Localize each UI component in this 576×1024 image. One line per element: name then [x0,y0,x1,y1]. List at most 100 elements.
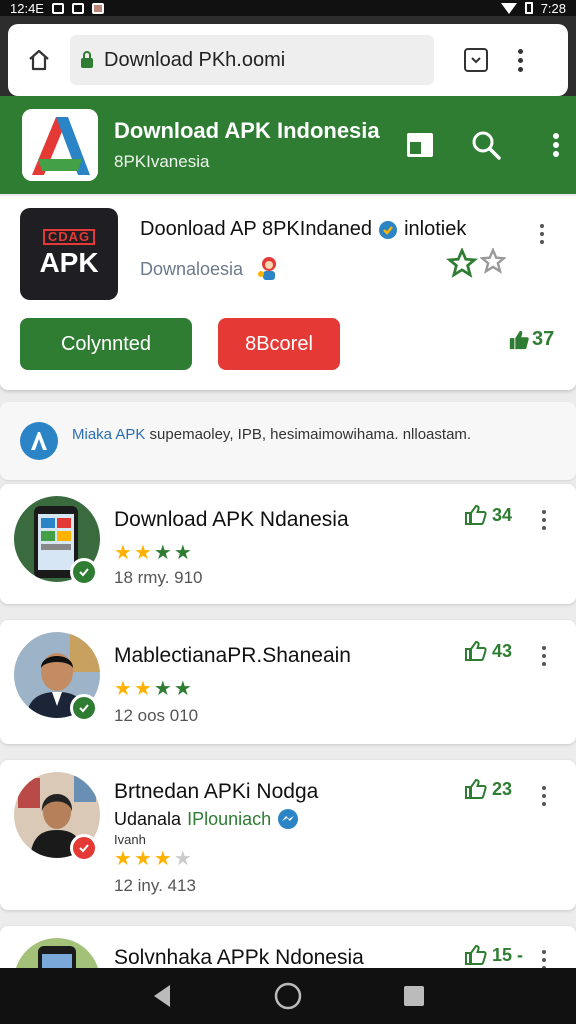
star-icon: ★ [133,678,152,700]
system-nav-bar [0,968,576,1024]
check-icon [79,704,89,713]
list-item[interactable]: Brtnedan APKi Nodga Udanala IPlouniach I… [0,760,576,910]
dot [542,526,546,530]
featured-subtitle: Downaloesia [140,254,283,284]
browser-menu-button[interactable] [518,48,523,72]
item-more-button[interactable] [542,510,546,530]
star-icon: ★ [114,542,132,564]
lock-icon [81,51,93,68]
dot [542,510,546,514]
check-icon [79,568,89,577]
home-circle-icon[interactable] [274,982,302,1010]
verified-check-icon [70,694,98,722]
primary-action-button[interactable]: Colynnted [20,318,192,370]
wifi-icon [500,2,517,14]
thumbs-up-outline-icon [465,778,487,799]
featured-count-value: 37 [532,328,555,350]
item-title: Brtnedan APKi Nodga [114,780,319,803]
notification-icon-3 [91,2,104,14]
list-item[interactable]: MablectianaPR.Shaneain ★ ★ ★ ★ 12 oos 01… [0,620,576,744]
tabs-button[interactable] [464,48,488,72]
thumbs-up-outline-icon [465,504,487,525]
item-title: Solvnhaka APPk Ndonesia [114,946,364,969]
info-logo [20,422,58,460]
item-subtitle: Udanala IPlouniach [114,808,299,830]
status-clock: 7:28 [540,0,566,16]
logo-a-icon [22,109,98,181]
status-bar: 12:4E 7:28 [0,0,576,16]
dot [518,48,523,54]
item-like-count: 15 - [464,944,523,966]
url-text: Download PKh.oomi [104,48,286,71]
item-subtitle-2: Ivanh [114,832,146,847]
back-icon[interactable] [150,983,174,1009]
dot [542,958,546,962]
item-like-count: 43 [464,640,512,662]
star-icon: ★ [173,678,192,700]
item-count-value: 23 [492,778,513,799]
star-outline-icon [446,248,478,278]
item-meta: 12 oos 010 [114,706,199,725]
dot [518,57,523,63]
star-icon: ★ [153,542,172,564]
apk-icon-label: CDAG [42,229,96,245]
item-meta: 12 iny. 413 [114,876,196,895]
mascot-icon [258,257,277,280]
info-brand: Miaka APK [72,426,146,443]
url-field[interactable]: Download PKh.oomi [70,35,434,85]
verified-badge-icon [379,220,398,239]
dot [518,66,523,72]
browser-toolbar-inner: Download PKh.oomi [8,24,568,96]
featured-more-button[interactable] [540,224,544,244]
window-button[interactable] [400,125,440,165]
star-outline-icon [480,248,506,274]
item-count-value: 43 [492,640,513,661]
apk-icon-text: APK [39,247,99,278]
star-icon: ★ [133,848,152,870]
item-subtitle-link[interactable]: IPlouniach [187,809,271,830]
featured-title: Doonload AP 8PKIndaned inlotiek [140,218,466,241]
list-item[interactable]: Download APK Ndanesia ★ ★ ★ ★ 18 rmy. 91… [0,484,576,604]
overflow-menu-button[interactable] [536,125,576,165]
featured-title-text: Doonload AP 8PKIndaned [140,218,373,240]
tabs-icon [471,57,481,64]
secondary-action-button[interactable]: 8Bcorel [218,318,340,370]
item-count-value: 34 [492,504,513,525]
dot [542,786,546,790]
search-icon [472,131,501,160]
item-like-count: 34 [464,504,512,526]
recents-icon[interactable] [402,984,426,1008]
item-count-value: 15 - [492,944,524,965]
browser-toolbar: Download PKh.oomi [0,16,576,96]
dot [542,654,546,658]
featured-subtitle-text: Downaloesia [140,258,244,279]
dot [540,232,544,236]
item-rating: ★ ★ ★ ★ [114,540,192,565]
star-icon: ★ [173,542,192,564]
star-empty-icon: ★ [173,848,192,870]
item-like-count: 23 [464,778,512,800]
dot [542,802,546,806]
dot [542,646,546,650]
verified-check-icon [70,558,98,586]
star-icon: ★ [133,542,152,564]
featured-rating [446,248,506,278]
item-more-button[interactable] [542,786,546,806]
home-button[interactable] [8,24,70,96]
item-more-button[interactable] [542,950,546,970]
dot [540,224,544,228]
search-button[interactable] [466,125,506,165]
featured-count: 37 [508,328,554,351]
app-title: Download APK Indonesia [114,118,380,143]
home-icon [29,49,49,71]
item-more-button[interactable] [542,646,546,666]
apk-app-icon: CDAG APK [20,208,118,300]
dot [542,518,546,522]
item-title: MablectianaPR.Shaneain [114,644,351,667]
app-subtitle: 8PKIvanesia [114,152,210,171]
app-logo[interactable] [22,109,98,181]
window-icon [407,133,433,157]
item-subtitle-text: Udanala [114,808,182,829]
info-banner[interactable]: Miaka APK supemaoley, IPB, hesimaimowiha… [0,402,576,480]
app-header: Download APK Indonesia 8PKIvanesia [0,96,576,194]
